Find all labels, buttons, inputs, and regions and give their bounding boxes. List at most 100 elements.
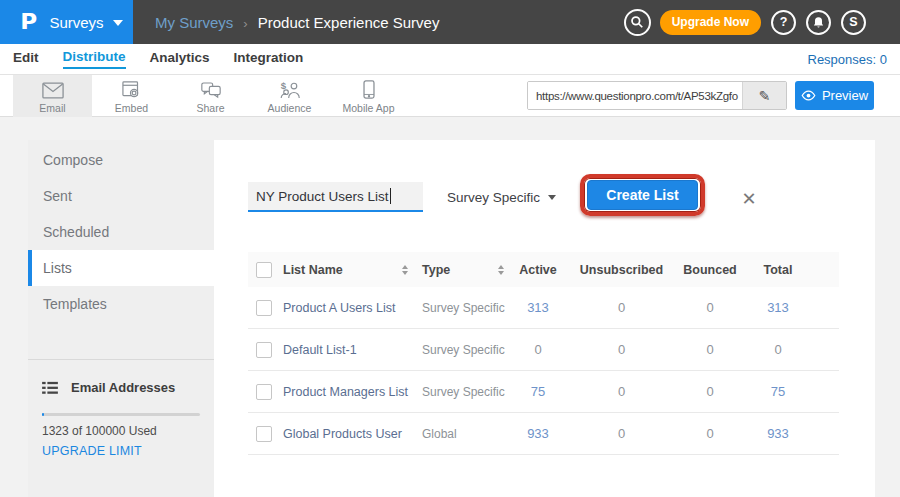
usage-text: 1323 of 100000 Used (42, 424, 214, 438)
help-icon[interactable]: ? (771, 10, 796, 35)
questionpro-logo: P (20, 10, 37, 34)
survey-url-input[interactable] (528, 82, 742, 109)
chevron-down-icon (113, 20, 123, 26)
sort-icon[interactable] (498, 265, 504, 275)
row-checkbox[interactable] (256, 342, 272, 358)
nav-tab-distribute[interactable]: Distribute (63, 49, 126, 69)
col-type[interactable]: Type (422, 263, 450, 277)
toolbar-item-email[interactable]: Email (13, 75, 92, 117)
sidebar-item-scheduled[interactable]: Scheduled (28, 214, 214, 250)
app-switcher[interactable]: P Surveys (0, 0, 133, 44)
col-active[interactable]: Active (508, 263, 568, 277)
nav-tabs: Edit Distribute Analytics Integration (13, 44, 327, 74)
notifications-bell-icon[interactable] (806, 10, 831, 35)
list-name-link[interactable]: Global Products User (283, 427, 402, 441)
preview-button-label: Preview (822, 88, 868, 103)
select-all-checkbox[interactable] (256, 262, 272, 278)
table-body: Product A Users ListSurvey Specific31300… (248, 287, 839, 455)
col-bounced[interactable]: Bounced (675, 263, 745, 277)
responses-count[interactable]: Responses: 0 (808, 44, 888, 74)
list-type: Survey Specific (422, 343, 505, 357)
active-count: 0 (534, 342, 541, 357)
address-list-icon (42, 381, 58, 395)
text-cursor (390, 188, 391, 204)
list-name-link[interactable]: Product Managers List (283, 385, 408, 399)
app-menu-label: Surveys (49, 14, 103, 31)
list-name-input-value: NY Product Users List (256, 189, 389, 204)
breadcrumb-separator: › (243, 16, 247, 31)
row-checkbox[interactable] (256, 300, 272, 316)
survey-nav: Edit Distribute Analytics Integration Respo… (0, 44, 900, 74)
sort-icon[interactable] (402, 265, 408, 275)
table-header-row: List Name Type Active Unsubscribed Bounc… (248, 252, 839, 287)
unsubscribed-count: 0 (618, 426, 625, 441)
active-count: 75 (531, 384, 545, 399)
toolbar-items: EmailEmbedShare$AudienceMobile App (13, 75, 408, 117)
list-type: Survey Specific (422, 301, 505, 315)
col-total[interactable]: Total (745, 263, 811, 277)
sidebar-item-compose[interactable]: Compose (28, 142, 214, 178)
unsubscribed-count: 0 (618, 300, 625, 315)
table-row: Product Managers List Survey Specific 75 0 0… (248, 371, 839, 413)
list-type-select-value: Survey Specific (447, 190, 540, 205)
embed-icon (122, 79, 141, 99)
user-avatar[interactable]: S (841, 10, 866, 35)
search-icon[interactable] (624, 9, 651, 36)
lists-table: List Name Type Active Unsubscribed Bounc… (248, 252, 839, 455)
select-caret-icon[interactable] (548, 195, 556, 200)
lists-sidebar: ComposeSentScheduledListsTemplates Email… (28, 140, 214, 497)
close-icon[interactable]: ✕ (736, 185, 762, 211)
email-icon (42, 79, 64, 99)
edit-url-pencil-icon[interactable]: ✎ (742, 82, 786, 109)
toolbar-item-embed[interactable]: Embed (92, 75, 171, 117)
create-list-button[interactable]: Create List (587, 180, 698, 210)
unsubscribed-count: 0 (618, 342, 625, 357)
nav-tab-analytics[interactable]: Analytics (150, 50, 210, 68)
row-checkbox[interactable] (256, 384, 272, 400)
sidebar-item-lists[interactable]: Lists (28, 250, 214, 286)
toolbar-item-audience[interactable]: $Audience (250, 75, 329, 117)
top-header: P Surveys My Surveys › Product Experienc… (0, 0, 900, 44)
breadcrumb: My Surveys › Product Experience Survey (155, 0, 439, 44)
distribute-toolbar: EmailEmbedShare$AudienceMobile App ✎ Pre… (0, 74, 900, 117)
sidebar-items: ComposeSentScheduledListsTemplates (28, 140, 214, 322)
col-list-name[interactable]: List Name (283, 263, 343, 277)
table-row: Global Products UserGlobal93300933 (248, 413, 839, 455)
active-count: 933 (527, 426, 549, 441)
usage-progress-fill (42, 413, 44, 416)
sidebar-divider (28, 359, 214, 360)
total-count: 75 (771, 384, 785, 399)
list-type: Survey Specific (422, 385, 505, 399)
survey-url-box: ✎ (527, 81, 787, 110)
share-icon (201, 79, 221, 99)
sidebar-item-templates[interactable]: Templates (28, 286, 214, 322)
row-checkbox[interactable] (256, 426, 272, 442)
bounced-count: 0 (706, 300, 713, 315)
preview-button[interactable]: Preview (795, 81, 874, 110)
list-type-select[interactable]: Survey Specific (447, 182, 540, 212)
breadcrumb-current: Product Experience Survey (258, 14, 440, 31)
lists-panel: NY Product Users List Survey Specific Cr… (214, 140, 875, 497)
table-row: Default List-1Survey Specific0000 (248, 329, 839, 371)
unsubscribed-count: 0 (618, 384, 625, 399)
nav-tab-integration[interactable]: Integration (234, 50, 304, 68)
email-addresses-section: Email Addresses 1323 of 100000 Used UPGR… (28, 380, 214, 458)
upgrade-now-button[interactable]: Upgrade Now (660, 10, 761, 35)
sidebar-item-sent[interactable]: Sent (28, 178, 214, 214)
annotation-highlight-ring: Create List (580, 174, 705, 216)
bounced-count: 0 (706, 384, 713, 399)
breadcrumb-my-surveys[interactable]: My Surveys (155, 14, 233, 31)
col-unsubscribed[interactable]: Unsubscribed (568, 263, 675, 277)
upgrade-limit-link[interactable]: UPGRADE LIMIT (42, 444, 214, 458)
nav-tab-edit[interactable]: Edit (13, 50, 39, 68)
list-type: Global (422, 427, 457, 441)
total-count: 0 (774, 342, 781, 357)
list-name-input[interactable]: NY Product Users List (248, 182, 423, 212)
toolbar-item-mobile-app[interactable]: Mobile App (329, 75, 408, 117)
list-name-link[interactable]: Product A Users List (283, 301, 396, 315)
table-row: Product A Users ListSurvey Specific31300… (248, 287, 839, 329)
bounced-count: 0 (706, 426, 713, 441)
list-name-link[interactable]: Default List-1 (283, 343, 357, 357)
mobile-app-icon (363, 79, 375, 99)
toolbar-item-share[interactable]: Share (171, 75, 250, 117)
